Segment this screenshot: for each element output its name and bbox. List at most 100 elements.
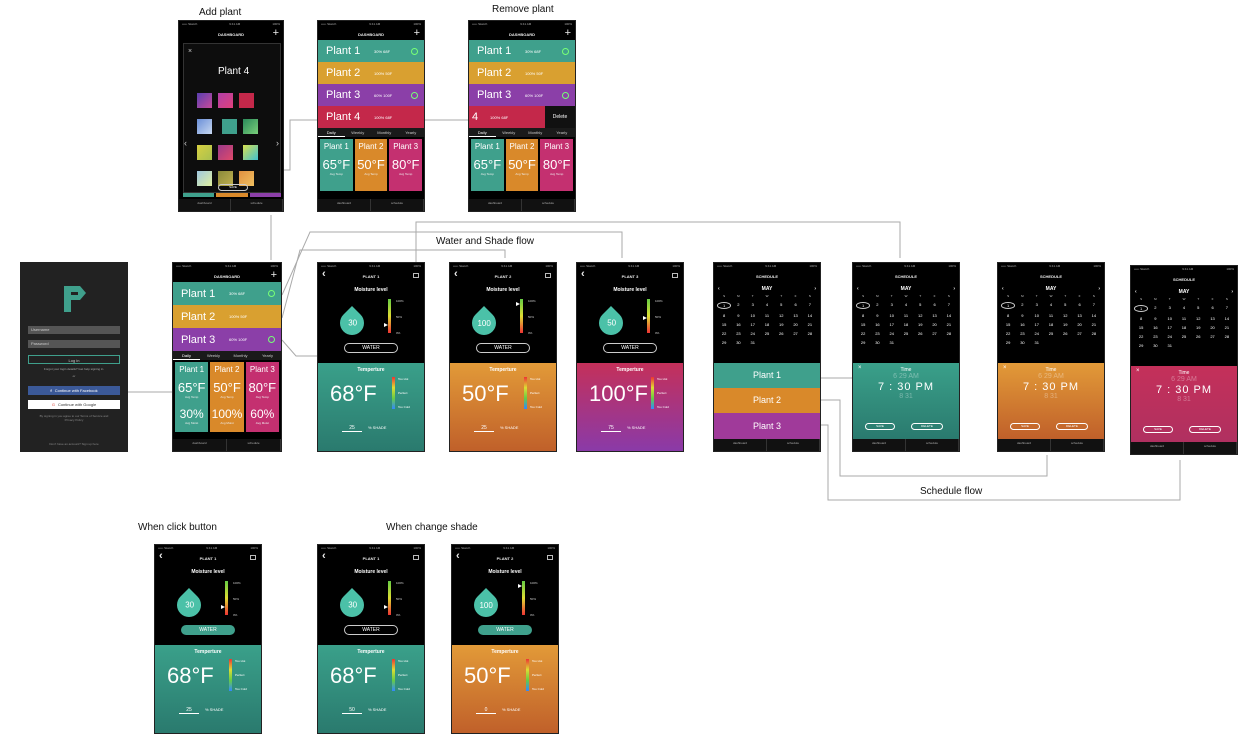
stat-card-2[interactable]: Plant 2 50°F Avg Temp [505, 139, 539, 191]
calendar-day[interactable]: 12 [774, 313, 788, 318]
chevron-left-icon[interactable]: ‹ [1135, 289, 1137, 295]
plant-row-4-swiped[interactable]: 4 100% 68F Delete [469, 106, 575, 128]
calendar-day[interactable]: 17 [1030, 322, 1044, 327]
chevron-left-icon[interactable]: ‹ [857, 286, 859, 292]
tab-yearly[interactable]: Yearly [549, 128, 576, 137]
calendar-day[interactable]: 24 [885, 331, 899, 336]
calendar-day[interactable]: 28 [942, 331, 956, 336]
nav-dashboard[interactable]: dashboard [173, 439, 227, 451]
plant-row-2[interactable]: Plant 2 100% 50F [173, 305, 281, 328]
tab-weekly[interactable]: Weekly [496, 128, 523, 137]
save-button[interactable]: SAVE [1143, 426, 1173, 433]
calendar-icon[interactable] [413, 555, 419, 560]
calendar-day[interactable]: 11 [1044, 313, 1058, 318]
calendar-icon[interactable] [547, 555, 553, 560]
chevron-right-icon[interactable]: › [1231, 289, 1233, 295]
delete-button[interactable]: DELETE [911, 423, 943, 430]
calendar-day[interactable]: 30 [870, 340, 884, 345]
nav-schedule[interactable]: schedule [906, 439, 959, 451]
calendar-day[interactable]: 14 [803, 313, 817, 318]
calendar-day[interactable]: 3 [1163, 305, 1177, 312]
calendar-day[interactable]: 3 [746, 302, 760, 309]
plant-row-3[interactable]: Plant 3 60% 100F [318, 84, 424, 106]
calendar-day[interactable]: 16 [870, 322, 884, 327]
chevron-right-icon[interactable]: › [276, 138, 279, 148]
calendar-day[interactable]: 2 [731, 302, 745, 309]
calendar-day[interactable]: 31 [746, 340, 760, 345]
stat-card-3[interactable]: Plant 3 80°F Avg Temp 60% Avg Moist [245, 362, 279, 432]
calendar-day[interactable]: 30 [1148, 343, 1162, 348]
calendar-day[interactable]: 7 [803, 302, 817, 309]
plant-row-1[interactable]: Plant 1 30% 68F [173, 282, 281, 305]
shade-input[interactable]: 25 [474, 425, 494, 432]
facebook-button[interactable]: f Continue with Facebook [28, 386, 120, 395]
calendar-day[interactable]: 24 [746, 331, 760, 336]
calendar-day[interactable]: 27 [788, 331, 802, 336]
calendar-day[interactable]: 27 [1072, 331, 1086, 336]
nav-dashboard[interactable]: dashboard [469, 199, 522, 211]
color-swatch[interactable] [239, 93, 254, 108]
nav-dashboard[interactable]: dashboard [179, 199, 231, 211]
calendar-day[interactable]: 5 [774, 302, 788, 309]
calendar-day[interactable]: 4 [1177, 305, 1191, 312]
calendar-day[interactable]: 2 [870, 302, 884, 309]
calendar-day[interactable]: 9 [1015, 313, 1029, 318]
calendar-day[interactable]: 14 [1220, 316, 1234, 321]
shade-input[interactable]: 0 [476, 707, 496, 714]
back-chevron-icon[interactable]: ‹ [159, 550, 163, 562]
stat-card-1[interactable]: Plant 1 65°F Avg Temp 30% Avg Moist [175, 362, 209, 432]
color-swatch[interactable] [243, 119, 259, 134]
plant-row-4[interactable]: Plant 4 100% 68F [318, 106, 424, 128]
delete-button[interactable]: Delete [545, 106, 575, 128]
calendar-day[interactable]: 13 [927, 313, 941, 318]
calendar-day[interactable]: 4 [1044, 302, 1058, 309]
calendar-day[interactable]: 8 [856, 313, 870, 318]
calendar-day[interactable]: 5 [1058, 302, 1072, 309]
chevron-right-icon[interactable]: › [1098, 286, 1100, 292]
time-selected[interactable]: 7 : 30 PM [853, 381, 959, 393]
calendar-day[interactable]: 18 [1177, 325, 1191, 330]
calendar-day[interactable]: 15 [717, 322, 731, 327]
calendar-day[interactable]: 28 [1220, 334, 1234, 339]
calendar-day[interactable]: 26 [774, 331, 788, 336]
tab-monthly[interactable]: Monthly [227, 351, 254, 360]
tab-daily[interactable]: Daily [469, 128, 496, 137]
forgot-link[interactable]: Forgot your login details? Get help sign… [28, 367, 120, 371]
stat-card-3[interactable]: Plant 3 80°F Avg Temp [540, 139, 574, 191]
calendar-day[interactable]: 12 [1191, 316, 1205, 321]
calendar-day[interactable]: 15 [1001, 322, 1015, 327]
stat-card-1[interactable]: Plant 1 65°F Avg Temp [320, 139, 353, 191]
close-icon[interactable]: × [858, 365, 862, 371]
username-field[interactable]: Username [28, 326, 120, 334]
close-icon[interactable]: × [1003, 365, 1007, 371]
calendar-day[interactable]: 1 [856, 302, 871, 309]
calendar-day[interactable]: 21 [942, 322, 956, 327]
tab-yearly[interactable]: Yearly [254, 351, 281, 360]
calendar-day[interactable]: 30 [1015, 340, 1029, 345]
color-swatch[interactable] [197, 93, 212, 108]
calendar-day[interactable]: 17 [746, 322, 760, 327]
save-button[interactable]: SAVE [218, 184, 248, 191]
calendar-day[interactable]: 29 [1134, 343, 1148, 348]
calendar-day[interactable]: 22 [1001, 331, 1015, 336]
calendar-day[interactable]: 6 [1072, 302, 1086, 309]
calendar-day[interactable]: 24 [1163, 334, 1177, 339]
calendar-day[interactable]: 19 [913, 322, 927, 327]
signup-link[interactable]: Don't have an account? Sign up here [28, 442, 120, 446]
calendar-day[interactable]: 14 [1087, 313, 1101, 318]
tab-daily[interactable]: Daily [173, 351, 200, 360]
color-swatch[interactable] [197, 119, 212, 134]
plant-row-1[interactable]: Plant 1 30% 68F [318, 40, 424, 62]
calendar-day[interactable]: 3 [885, 302, 899, 309]
stat-card-2[interactable]: Plant 2 50°F Avg Temp 100% Avg Moist [210, 362, 244, 432]
calendar-day[interactable]: 29 [717, 340, 731, 345]
schedule-plant-2[interactable]: Plant 2 [714, 388, 820, 413]
close-icon[interactable]: × [188, 48, 192, 55]
plant-row-3[interactable]: Plant 3 60% 100F [469, 84, 575, 106]
chevron-right-icon[interactable]: › [953, 286, 955, 292]
calendar-day[interactable]: 23 [1148, 334, 1162, 339]
calendar-day[interactable]: 14 [942, 313, 956, 318]
water-button[interactable]: WATER [181, 625, 235, 635]
calendar-day[interactable]: 16 [731, 322, 745, 327]
calendar-day[interactable]: 20 [788, 322, 802, 327]
